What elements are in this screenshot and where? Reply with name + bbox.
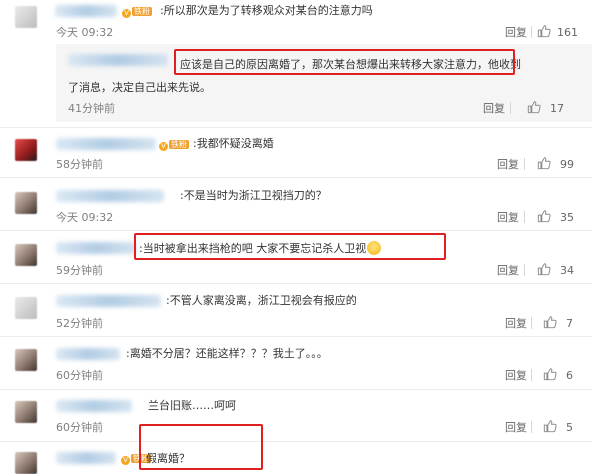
like-count: 99	[560, 158, 574, 171]
divider	[0, 127, 592, 128]
comment-text: :所以那次是为了转移观众对某台的注意力吗	[160, 4, 373, 17]
username-blurred[interactable]	[56, 348, 120, 360]
comment-time: 59分钟前	[56, 264, 103, 277]
comment-text-line2: 了消息，决定自己出来先说。	[68, 81, 211, 94]
comment-text: :我都怀疑没离婚	[193, 137, 274, 150]
username-blurred[interactable]	[56, 138, 156, 150]
username-blurred[interactable]	[56, 400, 132, 412]
comment-time: 60分钟前	[56, 369, 103, 382]
username-blurred[interactable]	[56, 242, 136, 254]
avatar[interactable]	[15, 6, 37, 28]
reply-button[interactable]: 回复	[505, 421, 527, 434]
divider	[0, 441, 592, 442]
username-blurred[interactable]	[56, 452, 116, 464]
like-count: 6	[566, 369, 573, 382]
avatar[interactable]	[15, 139, 37, 161]
divider	[0, 336, 592, 337]
thumbs-up-icon[interactable]	[527, 100, 541, 114]
thumbs-up-icon[interactable]	[537, 262, 551, 276]
comment-time: 60分钟前	[56, 421, 103, 434]
separator	[510, 102, 511, 114]
like-count: 35	[560, 211, 574, 224]
thumbs-up-icon[interactable]	[543, 315, 557, 329]
comment-time: 今天 09:32	[56, 211, 114, 224]
comment-text: :离婚不分居？还能这样？？？我土了。。。	[126, 347, 328, 360]
reply-button[interactable]: 回复	[505, 369, 527, 382]
username-blurred[interactable]	[55, 5, 117, 17]
separator	[531, 26, 532, 38]
comment-time: 今天 09:32	[56, 26, 114, 39]
avatar[interactable]	[15, 401, 37, 423]
comment-text: :不是当时为浙江卫视挡刀的？	[180, 189, 327, 202]
thumbs-up-icon[interactable]	[543, 419, 557, 433]
comment-time: 52分钟前	[56, 317, 103, 330]
thumbs-up-icon[interactable]	[537, 156, 551, 170]
username-blurred[interactable]	[56, 190, 164, 202]
avatar[interactable]	[15, 349, 37, 371]
like-count: 161	[557, 26, 578, 39]
separator	[524, 264, 525, 276]
comment-time: 58分钟前	[56, 158, 103, 171]
comment-time: 41分钟前	[68, 102, 115, 115]
comment-text: 兰台旧账……呵呵	[148, 399, 236, 412]
separator	[531, 421, 532, 433]
reply-button[interactable]: 回复	[497, 264, 519, 277]
highlight-box	[139, 424, 263, 470]
divider	[0, 230, 592, 231]
fan-badge: V 铁粉	[157, 139, 191, 151]
separator	[524, 211, 525, 223]
divider	[0, 389, 592, 390]
comment-text: :不管人家离没离，浙江卫视会有报应的	[166, 294, 357, 307]
thumbs-up-icon[interactable]	[543, 367, 557, 381]
fan-badge: V 铁粉	[120, 6, 154, 18]
avatar[interactable]	[15, 297, 37, 319]
avatar[interactable]	[15, 244, 37, 266]
divider	[0, 283, 592, 284]
separator	[531, 369, 532, 381]
username-blurred[interactable]	[68, 54, 168, 66]
reply-button[interactable]: 回复	[483, 102, 505, 115]
reply-button[interactable]: 回复	[497, 211, 519, 224]
reply-button[interactable]: 回复	[497, 158, 519, 171]
highlight-box	[134, 233, 446, 260]
username-blurred[interactable]	[56, 295, 161, 307]
divider	[0, 177, 592, 178]
like-count: 5	[566, 421, 573, 434]
thumbs-up-icon[interactable]	[537, 24, 551, 38]
like-count: 7	[566, 317, 573, 330]
like-count: 34	[560, 264, 574, 277]
thumbs-up-icon[interactable]	[537, 209, 551, 223]
highlight-box	[174, 49, 515, 75]
avatar[interactable]	[15, 452, 37, 474]
separator	[531, 317, 532, 329]
separator	[524, 158, 525, 170]
avatar[interactable]	[15, 192, 37, 214]
reply-button[interactable]: 回复	[505, 26, 527, 39]
like-count: 17	[550, 102, 564, 115]
reply-button[interactable]: 回复	[505, 317, 527, 330]
